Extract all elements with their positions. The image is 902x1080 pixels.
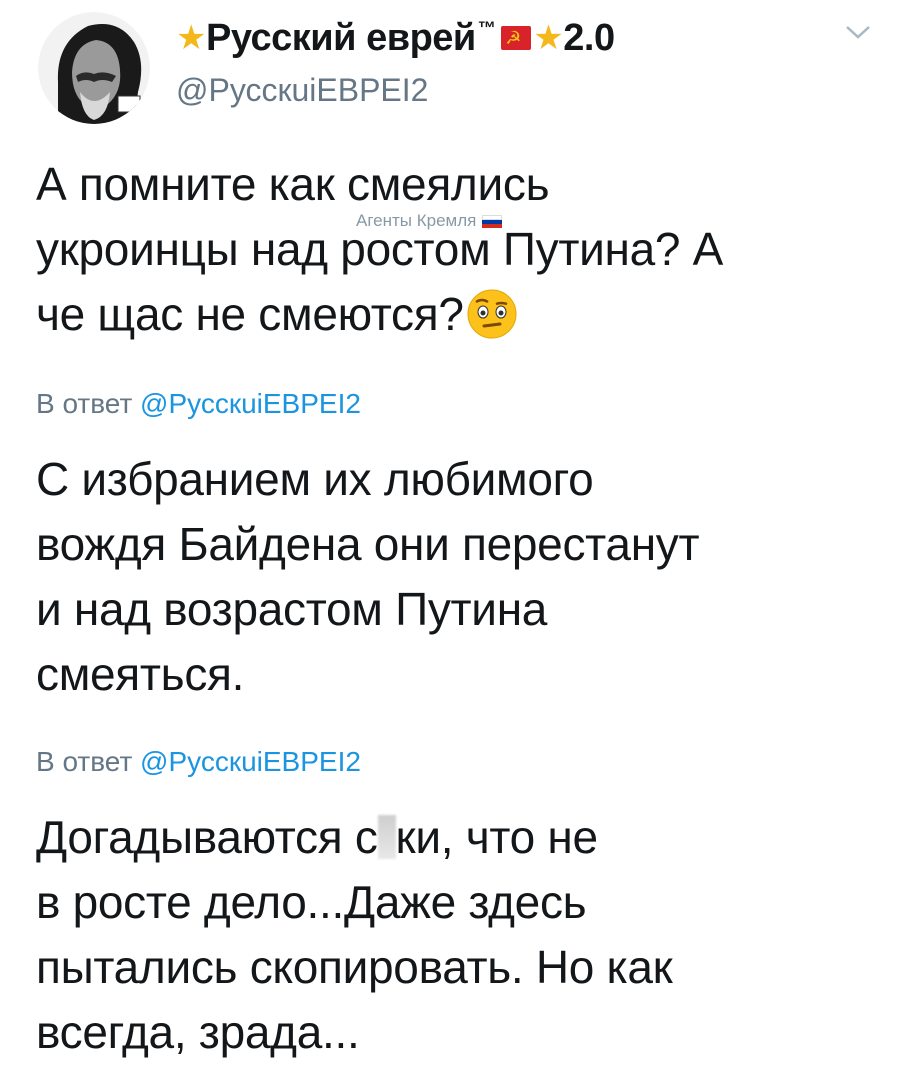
soviet-flag-icon: ☭: [501, 26, 532, 50]
display-name-row[interactable]: ★ Русский еврей ™ ☭ ★ 2.0: [176, 14, 615, 62]
reply-mention-link[interactable]: @РусскuiЕВРЕI2: [140, 746, 361, 777]
reply-line: в росте дело...Даже здесь: [36, 876, 587, 928]
reply-line: всегда, зрада...: [36, 1006, 360, 1058]
avatar[interactable]: [38, 12, 150, 124]
trademark-symbol: ™: [477, 17, 496, 38]
reply-prefix: В ответ: [36, 746, 141, 777]
reply-line: вождя Байдена они перестанут: [36, 518, 700, 570]
reply-line-start: Догадываются с: [36, 811, 378, 863]
tweet-line-text: че щас не смеются?: [36, 288, 464, 340]
reply-mention-link[interactable]: @РусскuiЕВРЕI2: [140, 388, 361, 419]
chevron-down-icon[interactable]: [844, 22, 872, 42]
raised-eyebrow-emoji-icon: [467, 289, 517, 339]
tweet-line: укроинцы над ростом Путина? А: [36, 223, 724, 275]
reply-line: смеяться.: [36, 648, 245, 700]
star-icon: ★: [533, 19, 564, 57]
reply-text: Догадываются с ки, что не в росте дело...…: [36, 805, 673, 1065]
reply-line-end: ки, что не: [395, 811, 599, 863]
tweet-text: А помните как смеялись укроинцы над рост…: [36, 152, 723, 347]
reply-to-label: В ответ @РусскuiЕВРЕI2: [36, 388, 361, 420]
tweet-line: А помните как смеялись: [36, 158, 550, 210]
reply-text: С избранием их любимого вождя Байдена он…: [36, 447, 700, 707]
avatar-image: [38, 12, 150, 124]
star-icon: ★: [176, 19, 206, 57]
tweet-line: че щас не смеются?: [36, 282, 723, 347]
censored-letter: [377, 815, 396, 859]
reply-to-label: В ответ @РусскuiЕВРЕI2: [36, 746, 361, 778]
reply-line: и над возрастом Путина: [36, 583, 548, 635]
reply-line: С избранием их любимого: [36, 453, 594, 505]
reply-line: Догадываются с ки, что не: [36, 805, 673, 870]
display-name[interactable]: Русский еврей: [206, 17, 476, 60]
reply-line: пытались скопировать. Но как: [36, 941, 673, 993]
name-version: 2.0: [563, 16, 615, 59]
reply-prefix: В ответ: [36, 388, 141, 419]
user-handle[interactable]: @РусскuiЕВРЕI2: [176, 72, 428, 109]
